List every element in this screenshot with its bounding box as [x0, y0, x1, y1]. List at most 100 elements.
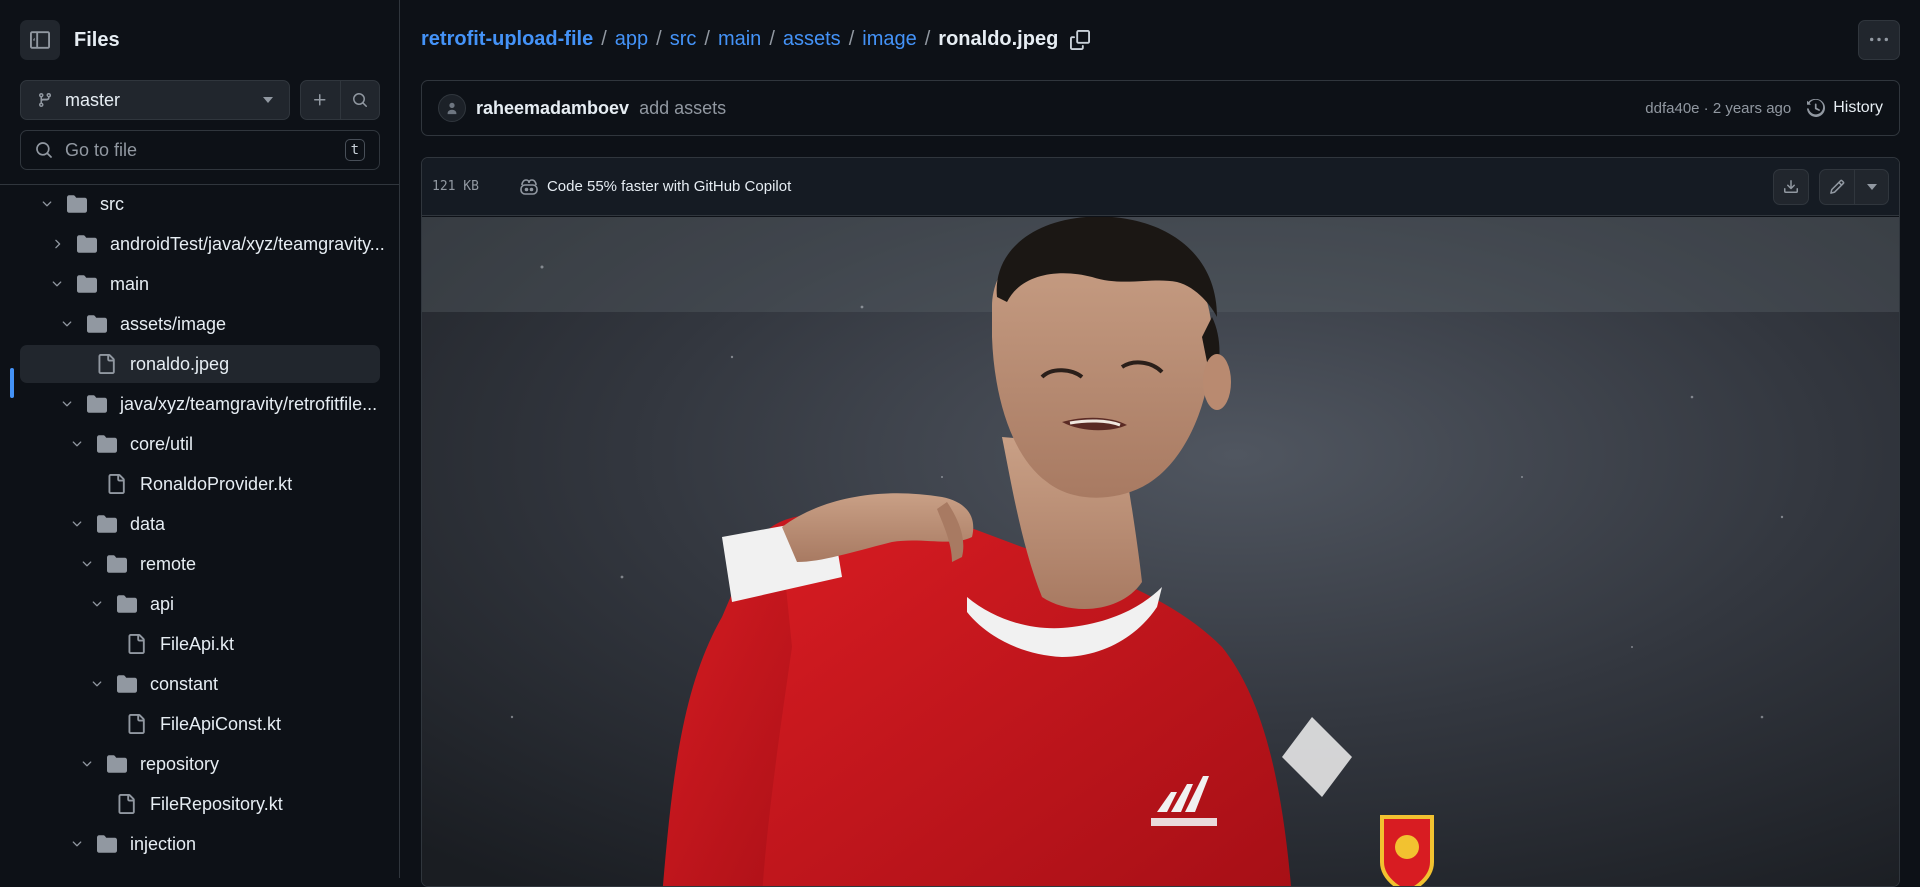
tree-file-item[interactable]: RonaldoProvider.kt [20, 465, 380, 503]
edit-button-group [1819, 168, 1889, 205]
sidebar-collapse-icon [30, 31, 50, 49]
tree-item-label: core/util [130, 433, 194, 454]
chevron-right-icon[interactable] [50, 237, 64, 251]
download-icon [1784, 179, 1798, 193]
sidebar-title-area: Files [20, 20, 120, 60]
chevron-down-icon[interactable] [80, 757, 94, 771]
copy-path-button[interactable] [1070, 29, 1091, 50]
go-to-file-input[interactable]: Go to file t [20, 130, 380, 170]
plus-icon [314, 94, 326, 106]
commit-message-link[interactable]: add assets [639, 98, 726, 119]
tree-folder-item[interactable]: src [20, 185, 380, 223]
tree-folder-item[interactable]: api [20, 585, 380, 623]
keyboard-shortcut-hint: t [344, 139, 365, 161]
breadcrumb-repo-link[interactable]: retrofit-upload-file [421, 28, 593, 51]
triangle-down-icon [263, 97, 273, 103]
tree-folder-item[interactable]: constant [20, 665, 380, 703]
edit-file-button[interactable] [1820, 170, 1854, 204]
folder-icon [86, 394, 108, 414]
tree-item-label: FileApi.kt [160, 633, 235, 654]
chevron-down-icon[interactable] [90, 677, 104, 691]
tree-file-item[interactable]: FileApiConst.kt [20, 705, 380, 743]
branch-name: master [65, 89, 121, 110]
breadcrumb-link-src[interactable]: src [670, 28, 697, 51]
chevron-down-icon[interactable] [70, 437, 84, 451]
tree-item-label: java/xyz/teamgravity/retrofitfile... [120, 393, 378, 414]
tree-folder-item[interactable]: injection [20, 825, 380, 863]
breadcrumb-separator: / [769, 28, 775, 50]
chevron-down-icon[interactable] [70, 517, 84, 531]
chevron-down-icon[interactable] [60, 317, 74, 331]
tree-folder-item[interactable]: repository [20, 745, 380, 783]
commit-hash-date[interactable]: ddfa40e · 2 years ago [1645, 100, 1791, 117]
folder-icon [106, 554, 128, 574]
tree-item-label: FileApiConst.kt [160, 713, 282, 734]
breadcrumb-separator: / [924, 28, 931, 50]
latest-commit-bar: raheemadamboev add assets ddfa40e · 2 ye… [421, 80, 1900, 136]
tree-item-label: api [150, 593, 175, 614]
folder-icon [86, 314, 108, 334]
tree-folder-item[interactable]: remote [20, 545, 380, 583]
tree-item-label: ronaldo.jpeg [130, 353, 230, 374]
sidebar-header: Files master Go to file t [0, 0, 399, 185]
file-icon [126, 714, 148, 734]
add-file-button[interactable] [301, 81, 341, 119]
breadcrumb-link-image[interactable]: image [862, 28, 916, 51]
tree-folder-item[interactable]: androidTest/java/xyz/teamgravity... [20, 225, 385, 263]
tree-item-label: remote [140, 553, 197, 574]
commit-author-link[interactable]: raheemadamboev [476, 98, 629, 119]
viewer-tools [1773, 168, 1889, 205]
breadcrumb-separator: / [848, 28, 855, 50]
download-icon-wrap [1774, 170, 1808, 204]
tree-folder-item[interactable]: java/xyz/teamgravity/retrofitfile... [20, 385, 380, 423]
chevron-down-icon[interactable] [90, 597, 104, 611]
kebab-horizontal-icon [1870, 37, 1888, 42]
tree-item-label: FileRepository.kt [150, 793, 283, 814]
avatar[interactable] [438, 94, 466, 122]
folder-icon [66, 194, 88, 214]
breadcrumb-link-main[interactable]: main [718, 28, 761, 51]
tree-file-item[interactable]: FileApi.kt [20, 625, 380, 663]
commit-meta: ddfa40e · 2 years ago History [1645, 99, 1883, 117]
more-options-button[interactable] [1858, 20, 1900, 60]
history-button[interactable]: History [1807, 99, 1883, 117]
viewer-toolbar: 121 KB Code 55% faster with GitHub Copil… [422, 158, 1899, 216]
tree-actions [300, 80, 380, 120]
tree-item-label: constant [150, 673, 219, 694]
tree-folder-item[interactable]: assets/image [20, 305, 380, 343]
selected-indicator [10, 368, 14, 398]
chevron-down-icon[interactable] [80, 557, 94, 571]
branch-selector[interactable]: master [20, 80, 290, 120]
breadcrumb-link-app[interactable]: app [615, 28, 648, 51]
tree-file-item[interactable]: FileRepository.kt [20, 785, 380, 823]
folder-icon [76, 234, 98, 254]
file-tree-sidebar: appsrcandroidTest/java/xyz/teamgravity..… [0, 0, 400, 878]
tree-folder-item[interactable]: core/util [20, 425, 380, 463]
history-icon [1807, 99, 1826, 117]
file-icon [96, 354, 118, 374]
image-preview [422, 217, 1899, 886]
breadcrumb-separator: / [656, 28, 662, 50]
collapse-sidebar-button[interactable] [20, 20, 60, 60]
copilot-icon [520, 178, 538, 195]
tree-item-label: data [130, 513, 166, 534]
copilot-promo-link[interactable]: Code 55% faster with GitHub Copilot [519, 178, 791, 196]
tree-item-label: src [100, 193, 124, 214]
search-repo-button[interactable] [341, 81, 380, 119]
folder-icon [116, 594, 138, 614]
edit-options-dropdown[interactable] [1854, 169, 1888, 204]
copy-icon [1070, 29, 1091, 50]
tree-folder-item[interactable]: data [20, 505, 380, 543]
chevron-down-icon[interactable] [60, 397, 74, 411]
chevron-down-icon[interactable] [70, 837, 84, 851]
tree-file-item[interactable]: ronaldo.jpeg [20, 345, 380, 383]
chevron-down-icon[interactable] [50, 277, 64, 291]
file-icon [106, 474, 128, 494]
folder-icon [106, 754, 128, 774]
breadcrumb-link-assets[interactable]: assets [783, 28, 841, 51]
tree-folder-item[interactable]: main [20, 265, 380, 303]
pencil-icon [1830, 179, 1845, 194]
folder-icon [76, 274, 98, 294]
chevron-down-icon[interactable] [40, 197, 54, 211]
download-button[interactable] [1773, 168, 1809, 205]
